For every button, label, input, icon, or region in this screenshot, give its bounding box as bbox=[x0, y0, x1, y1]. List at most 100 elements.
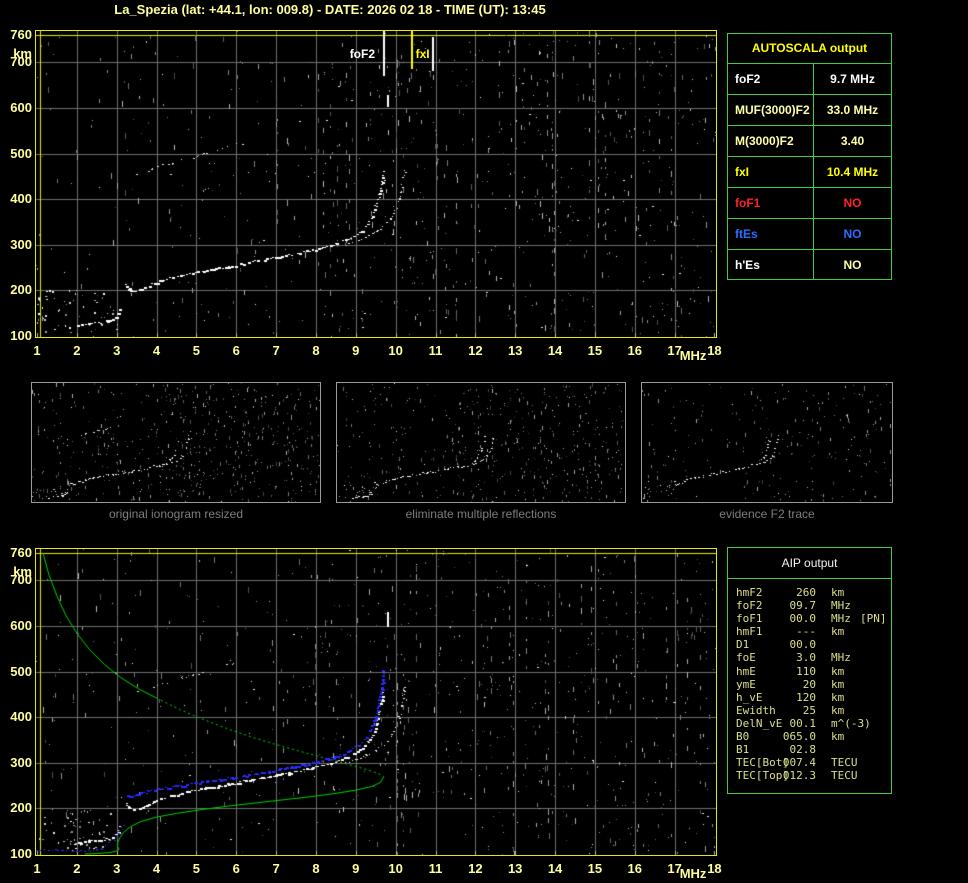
aip-row: h_vE 120 km bbox=[728, 691, 891, 704]
autoscala-row-label: MUF(3000)F2 bbox=[728, 95, 814, 125]
aip-cell: m^(-3) bbox=[831, 716, 871, 730]
aip-cell: 3.0 bbox=[796, 651, 816, 665]
x-axis-unit: MHz bbox=[679, 348, 707, 363]
x-tick-label: 9 bbox=[352, 861, 360, 876]
autoscala-row: h'Es NO bbox=[728, 249, 891, 280]
x-tick-label: 9 bbox=[352, 343, 360, 358]
x-axis-unit: MHz bbox=[679, 866, 707, 881]
autoscala-row: MUF(3000)F2 33.0 MHz bbox=[728, 94, 891, 125]
aip-cell: 065.0 bbox=[782, 730, 816, 744]
x-tick-label: 8 bbox=[312, 343, 320, 358]
autoscala-row-label: fxI bbox=[728, 157, 814, 187]
aip-cell: km bbox=[831, 730, 845, 744]
y-tick-label: 500 bbox=[10, 663, 32, 679]
x-tick-label: 7 bbox=[272, 861, 280, 876]
aip-cell: MHz bbox=[831, 612, 851, 626]
aip-cell: MHz bbox=[831, 599, 851, 613]
thumbnail-eliminate-reflections bbox=[336, 382, 626, 503]
y-tick-label: 300 bbox=[10, 236, 32, 252]
thumbnail-original-ionogram bbox=[31, 382, 321, 503]
aip-cell: 00.0 bbox=[789, 612, 817, 626]
ionogram-canvas bbox=[36, 31, 716, 337]
aip-row: TEC[Bot] 007.4 TECU bbox=[728, 756, 891, 769]
aip-row: hmF1 --- km bbox=[728, 625, 891, 638]
x-tick-label: 13 bbox=[507, 861, 523, 876]
autoscala-row-label: foF1 bbox=[728, 188, 814, 218]
aip-cell: 00.0 bbox=[789, 638, 817, 652]
y-axis-unit: km bbox=[13, 46, 32, 61]
x-tick-label: 1 bbox=[33, 343, 41, 358]
aip-cell: MHz bbox=[831, 651, 851, 665]
thumbnail-evidence-f2 bbox=[641, 382, 893, 503]
aip-cell: hmE bbox=[736, 664, 756, 678]
y-tick-label: 760 bbox=[10, 545, 32, 560]
y-tick-label: 100 bbox=[10, 327, 32, 343]
autoscala-row-label: M(3000)F2 bbox=[728, 126, 814, 156]
x-tick-label: 16 bbox=[627, 343, 642, 358]
aip-row: B0 065.0 km bbox=[728, 730, 891, 743]
x-tick-label: 2 bbox=[73, 343, 81, 358]
autoscala-row-label: ftEs bbox=[728, 219, 814, 249]
autoscala-row: foF2 9.7 MHz bbox=[728, 63, 891, 94]
foF2-marker-label: foF2 bbox=[349, 47, 376, 61]
aip-cell: B0 bbox=[736, 730, 750, 744]
aip-row: foE 3.0 MHz bbox=[728, 651, 891, 664]
aip-cell: 120 bbox=[796, 690, 816, 704]
aip-cell: 007.4 bbox=[782, 756, 816, 770]
aip-cell: TECU bbox=[831, 769, 858, 783]
aip-cell: B1 bbox=[736, 743, 750, 757]
aip-cell: 00.1 bbox=[789, 716, 817, 730]
y-tick-label: 600 bbox=[10, 99, 32, 115]
aip-row: ymE 20 km bbox=[728, 678, 891, 691]
x-tick-label: 12 bbox=[468, 343, 483, 358]
aip-table-rows: hmF2 260 km foF2 09.7 MHz foF1 00.0 MHz [PN] hmF1-… bbox=[728, 586, 891, 782]
aip-row: DelN_vE 00.1 m^(-3) bbox=[728, 717, 891, 730]
x-tick-label: 7 bbox=[272, 343, 280, 358]
autoscala-table-header: AUTOSCALA output bbox=[751, 41, 868, 55]
y-tick-label: 400 bbox=[10, 191, 32, 207]
y-axis-unit: km bbox=[13, 564, 32, 579]
aip-cell: km bbox=[831, 677, 845, 691]
thumbnail-canvas bbox=[642, 383, 892, 502]
thumbnail-canvas bbox=[32, 383, 320, 502]
x-tick-label: 13 bbox=[507, 343, 523, 358]
x-tick-label: 12 bbox=[468, 861, 483, 876]
y-tick-label: 100 bbox=[10, 845, 32, 861]
autoscala-row-value: 10.4 MHz bbox=[826, 165, 879, 179]
x-tick-label: 16 bbox=[627, 861, 642, 876]
thumbnail-caption: evidence F2 trace bbox=[719, 507, 815, 521]
autoscala-row-value: 33.0 MHz bbox=[826, 103, 879, 117]
x-tick-label: 15 bbox=[587, 343, 603, 358]
aip-row: TEC[Top] 012.3 TECU bbox=[728, 769, 891, 782]
aip-cell: km bbox=[831, 625, 845, 639]
thumbnail-canvas bbox=[337, 383, 625, 502]
x-tick-label: 6 bbox=[232, 343, 240, 358]
aip-cell: --- bbox=[796, 625, 816, 639]
y-tick-label: 600 bbox=[10, 617, 32, 633]
x-tick-label: 4 bbox=[152, 861, 161, 876]
aip-row: B1 02.8 bbox=[728, 743, 891, 756]
autoscala-row: ftEs NO bbox=[728, 218, 891, 249]
aip-cell: foE bbox=[736, 651, 756, 665]
x-tick-label: 2 bbox=[73, 861, 81, 876]
x-tick-label: 3 bbox=[113, 861, 121, 876]
y-tick-label: 400 bbox=[10, 709, 32, 725]
autoscala-table-rows: foF2 9.7 MHz MUF(3000)F2 33.0 MHz M(3000)F2 3… bbox=[728, 63, 891, 280]
aip-output-table: AIP output hmF2 260 km foF2 09.7 MHz foF1 00.0 M… bbox=[727, 547, 892, 794]
aip-row: foF2 09.7 MHz bbox=[728, 599, 891, 612]
x-tick-label: 11 bbox=[428, 343, 443, 358]
x-tick-label: 5 bbox=[192, 861, 200, 876]
x-tick-label: 6 bbox=[232, 861, 240, 876]
aip-cell: ymE bbox=[736, 677, 756, 691]
aip-table-header: AIP output bbox=[728, 548, 891, 579]
aip-cell: D1 bbox=[736, 638, 750, 652]
autoscala-row: fxI 10.4 MHz bbox=[728, 156, 891, 187]
ionogram-plot-inverted bbox=[35, 548, 717, 856]
aip-cell: 09.7 bbox=[789, 599, 817, 613]
x-tick-label: 14 bbox=[547, 861, 563, 876]
x-tick-label: 11 bbox=[428, 861, 443, 876]
aip-cell: 260 bbox=[796, 586, 816, 599]
aip-row: D1 00.0 bbox=[728, 638, 891, 651]
aip-row: hmF2 260 km bbox=[728, 586, 891, 599]
x-tick-label: 4 bbox=[152, 343, 161, 358]
